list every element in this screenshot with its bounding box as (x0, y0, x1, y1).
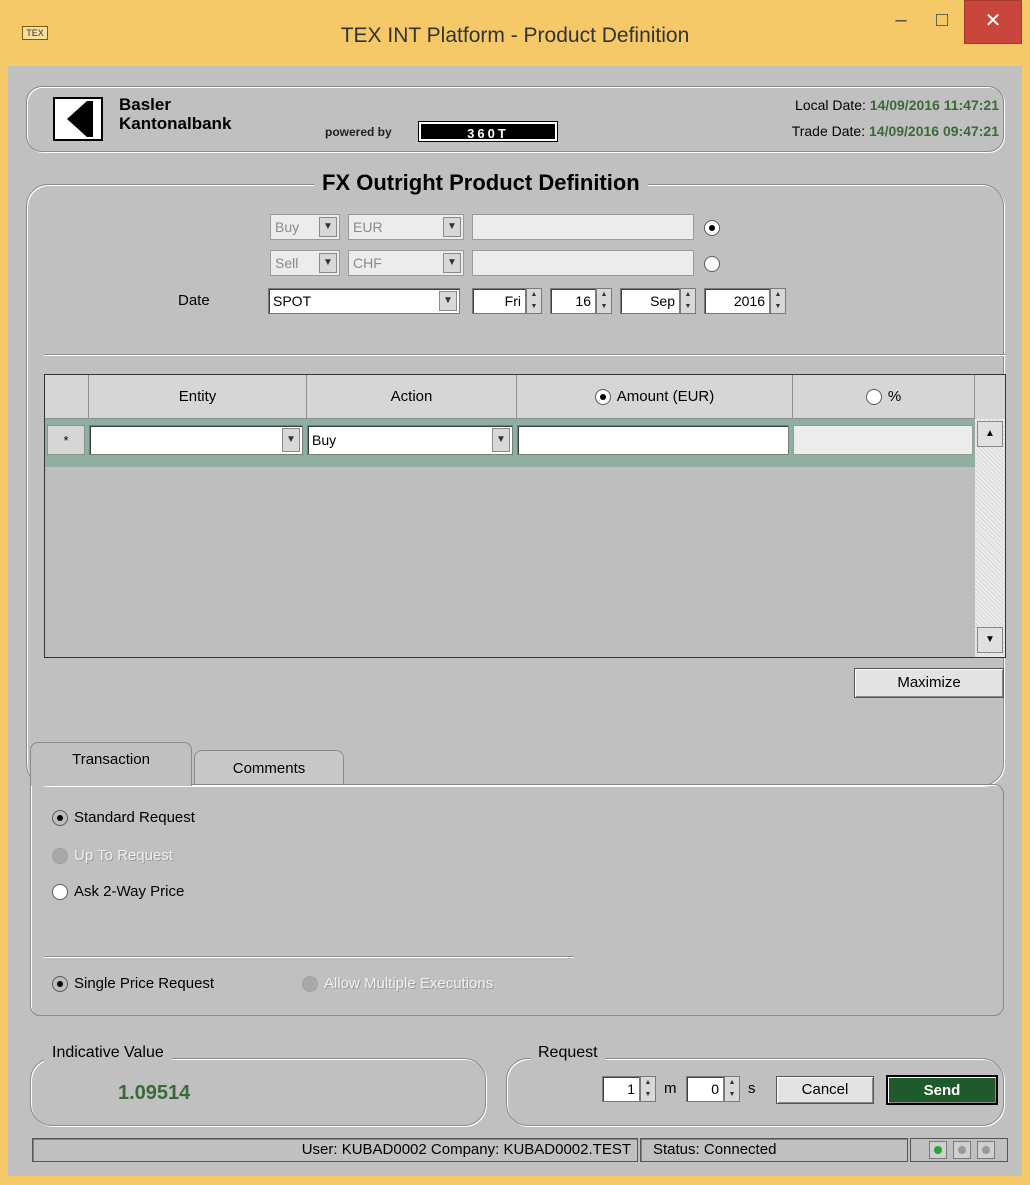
up-to-request-label: Up To Request (74, 847, 173, 864)
column-header-amount[interactable]: Amount (EUR) (517, 375, 793, 419)
grid-scrollbar[interactable]: ▲ ▼ (975, 419, 1005, 657)
column-header-entity[interactable]: Entity (89, 375, 307, 419)
day-name-spin-icon[interactable]: ▲ ▼ (526, 288, 542, 314)
header-panel: Basler Kantonalbank powered by 360T Loca… (26, 86, 1004, 152)
seconds-spin-icon[interactable]: ▲ ▼ (724, 1076, 740, 1102)
indicative-value-label: Indicative Value (44, 1044, 172, 1062)
allow-multiple-label: Allow Multiple Executions (324, 975, 494, 992)
indicative-value-panel (30, 1058, 486, 1126)
bank-name: Basler Kantonalbank (119, 95, 232, 133)
single-price-label: Single Price Request (74, 975, 215, 992)
tab-transaction[interactable]: Transaction (30, 742, 192, 786)
send-button[interactable]: Send (886, 1075, 998, 1105)
entity-select[interactable]: ▼ (89, 425, 303, 455)
month-spin-icon[interactable]: ▲ ▼ (680, 288, 696, 314)
status-indicators (910, 1138, 1008, 1162)
seconds-spinner[interactable]: 0 ▲ ▼ (686, 1076, 744, 1102)
amount-input[interactable] (517, 425, 789, 455)
leg2-amount-radio[interactable] (704, 256, 720, 272)
trade-date: Trade Date: 14/09/2016 09:47:21 (791, 123, 999, 139)
leg1-currency-select[interactable]: EUR ▼ (348, 214, 464, 240)
leg1-amount-radio[interactable] (704, 220, 720, 236)
bank-logo-icon (53, 97, 103, 141)
leg1-side-select[interactable]: Buy ▼ (270, 214, 340, 240)
title-bar: TEX TEX INT Platform - Product Definitio… (0, 0, 1030, 66)
leg2-currency-select[interactable]: CHF ▼ (348, 250, 464, 276)
cancel-button[interactable]: Cancel (776, 1076, 874, 1104)
request-label: Request (530, 1044, 606, 1062)
up-to-request-radio[interactable] (52, 848, 68, 864)
table-row: * ▼ Buy ▼ (45, 419, 975, 467)
row-marker: * (47, 425, 85, 455)
divider (44, 354, 1006, 355)
status-user-company: User: KUBAD0002 Company: KUBAD0002.TEST (32, 1138, 638, 1162)
powered-by-label: powered by (325, 125, 392, 139)
local-date: Local Date: 14/09/2016 11:47:21 (795, 97, 999, 113)
product-definition-title: FX Outright Product Definition (314, 170, 648, 196)
minutes-unit: m (664, 1080, 677, 1097)
divider (44, 956, 574, 957)
year-spinner[interactable]: 2016 ▲ ▼ (704, 288, 788, 314)
maximize-window-button[interactable]: □ (922, 0, 962, 44)
allocation-grid: Entity Action Amount (EUR) % * ▼ Buy ▼ ▲ … (44, 374, 1006, 658)
percent-input[interactable] (793, 425, 973, 455)
brand-360t-logo: 360T (418, 121, 558, 142)
leg1-amount-input[interactable] (472, 214, 694, 240)
day-spinner[interactable]: 16 ▲ ▼ (550, 288, 614, 314)
standard-request-radio[interactable] (52, 810, 68, 826)
column-header-percent[interactable]: % (793, 375, 975, 419)
allow-multiple-radio[interactable] (302, 976, 318, 992)
ask-two-way-label: Ask 2-Way Price (74, 883, 185, 900)
indicator-led-icon (953, 1141, 971, 1159)
close-button[interactable]: ✕ (964, 0, 1022, 44)
day-spin-icon[interactable]: ▲ ▼ (596, 288, 612, 314)
app-window: TEX TEX INT Platform - Product Definitio… (0, 0, 1030, 1185)
grid-corner (45, 375, 89, 419)
seconds-unit: s (748, 1080, 756, 1097)
day-name-spinner[interactable]: Fri ▲ ▼ (472, 288, 542, 314)
leg2-amount-input[interactable] (472, 250, 694, 276)
indicative-value: 1.09514 (118, 1082, 191, 1104)
standard-request-label: Standard Request (74, 809, 195, 826)
grid-header-filler (975, 375, 1005, 419)
minutes-spinner[interactable]: 1 ▲ ▼ (602, 1076, 660, 1102)
maximize-grid-button[interactable]: Maximize (854, 668, 1004, 698)
tab-comments[interactable]: Comments (194, 750, 344, 786)
scroll-up-icon[interactable]: ▲ (977, 421, 1003, 447)
scroll-down-icon[interactable]: ▼ (977, 627, 1003, 653)
percent-mode-radio[interactable] (865, 389, 882, 406)
minimize-button[interactable]: – (884, 0, 918, 44)
ask-two-way-radio[interactable] (52, 884, 68, 900)
single-price-radio[interactable] (52, 976, 68, 992)
amount-mode-radio[interactable] (594, 389, 611, 406)
column-header-action[interactable]: Action (307, 375, 517, 419)
date-label: Date (178, 292, 210, 309)
leg2-side-select[interactable]: Sell ▼ (270, 250, 340, 276)
client-area: Basler Kantonalbank powered by 360T Loca… (8, 66, 1022, 1176)
minutes-spin-icon[interactable]: ▲ ▼ (640, 1076, 656, 1102)
action-select[interactable]: Buy ▼ (307, 425, 513, 455)
status-connection: Status: Connected (640, 1138, 908, 1162)
connection-led-icon (929, 1141, 947, 1159)
month-spinner[interactable]: Sep ▲ ▼ (620, 288, 698, 314)
tenor-select[interactable]: SPOT ▼ (268, 288, 460, 314)
indicator-led-icon (977, 1141, 995, 1159)
window-title: TEX INT Platform - Product Definition (340, 24, 690, 47)
year-spin-icon[interactable]: ▲ ▼ (770, 288, 786, 314)
